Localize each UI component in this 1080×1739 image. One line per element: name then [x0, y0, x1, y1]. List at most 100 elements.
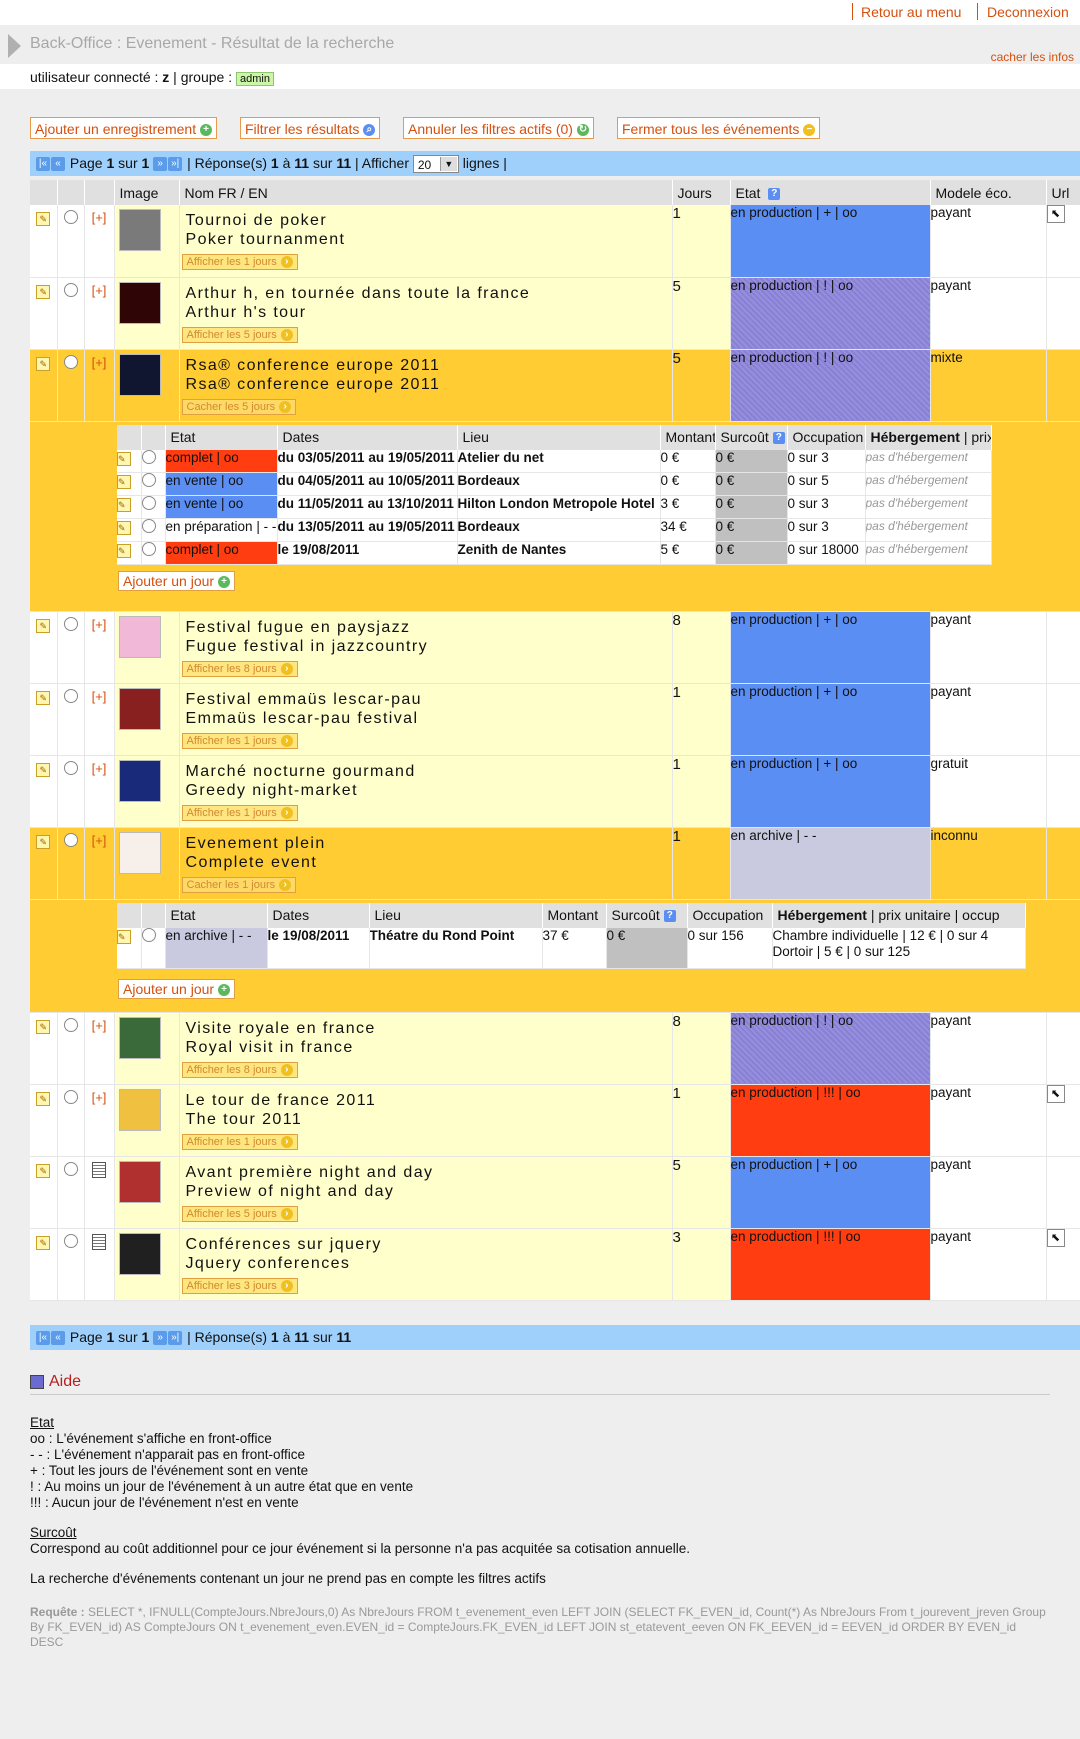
edit-cell: ✎	[30, 349, 58, 422]
help-icon[interactable]: ?	[768, 187, 781, 200]
prev-page-icon[interactable]: «	[51, 157, 65, 172]
history-cell	[141, 495, 166, 519]
back-to-menu-link[interactable]: Retour au menu	[861, 4, 961, 20]
event-name-fr: Tournoi de poker	[185, 212, 328, 229]
pencil-icon[interactable]: ✎	[117, 474, 131, 489]
pencil-icon[interactable]: ✎	[36, 1235, 51, 1250]
model-cell: payant	[930, 611, 1047, 684]
event-name-fr: Festival emmaüs lescar-pau	[185, 690, 422, 708]
help-state-line: !!! : Aucun jour de l'événement n'est en…	[30, 1495, 299, 1510]
expand-link[interactable]: [+]	[92, 355, 107, 370]
clock-icon[interactable]	[63, 354, 78, 369]
clock-icon[interactable]	[63, 1233, 78, 1248]
expand-link[interactable]: [+]	[92, 689, 107, 704]
group-label: | groupe :	[169, 69, 236, 85]
pencil-icon[interactable]: ✎	[36, 834, 51, 849]
help-icon[interactable]: ?	[663, 910, 676, 923]
add-day-button[interactable]: Ajouter un jour +	[118, 978, 236, 999]
toggle-days-button[interactable]: Cacher les 5 jours ›	[181, 398, 297, 415]
first-page-icon[interactable]: |«	[36, 1331, 50, 1346]
clock-icon[interactable]	[63, 760, 78, 775]
toggle-days-button[interactable]: Afficher les 1 jours ›	[181, 732, 298, 749]
close-events-button[interactable]: Fermer tous les événements −	[617, 117, 821, 139]
expand-link[interactable]: [+]	[92, 1018, 107, 1033]
clock-icon[interactable]	[141, 927, 156, 942]
clock-icon[interactable]	[141, 541, 156, 556]
toggle-days-button[interactable]: Afficher les 8 jours ›	[181, 660, 298, 677]
pencil-icon[interactable]: ✎	[117, 520, 131, 535]
event-row: ✎ Avant première night and day Preview of …	[30, 1156, 1080, 1229]
document-icon[interactable]	[92, 1233, 106, 1250]
next-page-icon[interactable]: »	[153, 157, 168, 172]
pencil-icon[interactable]: ✎	[36, 1163, 51, 1178]
pencil-icon[interactable]: ✎	[36, 212, 51, 226]
filter-results-button[interactable]: Filtrer les résultats ⌕	[240, 117, 381, 139]
expand-link[interactable]: [+]	[92, 761, 107, 776]
expand-link[interactable]: [+]	[92, 283, 107, 298]
pencil-icon[interactable]: ✎	[36, 1091, 51, 1106]
toggle-days-button[interactable]: Afficher les 5 jours ›	[181, 1205, 298, 1222]
toggle-days-button[interactable]: Afficher les 1 jours ›	[181, 804, 298, 821]
pencil-icon[interactable]: ✎	[36, 618, 51, 633]
pencil-icon[interactable]: ✎	[117, 929, 131, 944]
clock-icon[interactable]	[141, 518, 156, 533]
external-link-icon[interactable]: ⬉	[1046, 1084, 1065, 1103]
pencil-icon[interactable]: ✎	[36, 690, 51, 705]
pencil-icon[interactable]: ✎	[36, 356, 51, 371]
pencil-icon[interactable]: ✎	[117, 451, 131, 466]
clock-icon[interactable]	[141, 495, 156, 510]
clock-icon[interactable]	[63, 832, 78, 847]
clock-icon[interactable]	[63, 688, 78, 703]
hide-info-link[interactable]: cacher les infos	[991, 50, 1074, 64]
document-icon[interactable]	[92, 1161, 106, 1178]
toggle-days-button[interactable]: Afficher les 3 jours ›	[181, 1277, 298, 1294]
user-label: utilisateur connecté :	[30, 69, 163, 85]
external-link-icon[interactable]: ⬉	[1046, 1228, 1065, 1247]
event-days-table: Etat Dates Lieu Montant Surcoût? Occupation Hé…	[117, 424, 992, 565]
last-page-icon[interactable]: »|	[168, 157, 183, 172]
col-lodging: Hébergement | prix unitaire | occup	[772, 902, 1026, 928]
help-state-title: Etat	[30, 1415, 55, 1430]
add-record-button[interactable]: Ajouter un enregistrement +	[30, 117, 218, 139]
event-days-table: Etat Dates Lieu Montant Surcoût? Occupation Hé…	[117, 902, 1026, 969]
pencil-icon[interactable]: ✎	[36, 762, 51, 777]
clock-icon[interactable]	[141, 472, 156, 487]
first-page-icon[interactable]: |«	[36, 157, 50, 172]
name-cell: Avant première night and day Preview of n…	[179, 1156, 673, 1229]
clock-icon[interactable]	[63, 282, 78, 297]
lines-select[interactable]: 20 ▼	[412, 155, 459, 174]
pencil-icon[interactable]: ✎	[117, 543, 131, 558]
expand-link[interactable]: [+]	[92, 1090, 107, 1105]
last-page-icon[interactable]: »|	[168, 1331, 183, 1346]
expand-link[interactable]: [+]	[92, 833, 107, 848]
clock-icon[interactable]	[63, 1017, 78, 1032]
toggle-days-button[interactable]: Cacher les 1 jours ›	[181, 876, 297, 893]
next-page-icon[interactable]: »	[153, 1331, 168, 1346]
toggle-days-button[interactable]: Afficher les 5 jours ›	[181, 326, 298, 343]
days-count: 1	[672, 205, 731, 278]
event-thumbnail	[118, 209, 161, 251]
clock-icon[interactable]	[63, 1161, 78, 1176]
help-icon[interactable]: ?	[772, 432, 785, 445]
add-day-button[interactable]: Ajouter un jour +	[118, 570, 236, 591]
clock-icon[interactable]	[63, 616, 78, 631]
event-name-en: Arthur h's tour	[185, 303, 307, 321]
clock-icon[interactable]	[63, 1089, 78, 1104]
logout-link[interactable]: Deconnexion	[987, 4, 1069, 20]
expand-link[interactable]: [+]	[92, 210, 107, 225]
prev-page-icon[interactable]: «	[51, 1331, 65, 1346]
pencil-icon[interactable]: ✎	[36, 1019, 51, 1034]
pencil-icon[interactable]: ✎	[36, 284, 51, 299]
cancel-filters-button[interactable]: Annuler les filtres actifs (0) ↻	[403, 117, 594, 139]
pencil-icon[interactable]: ✎	[117, 497, 131, 512]
clock-icon[interactable]	[63, 210, 78, 224]
clock-icon[interactable]	[141, 449, 156, 464]
event-name: Arthur h, en tournée dans toute la franc…	[180, 278, 672, 322]
toggle-days-button[interactable]: Afficher les 1 jours ›	[181, 254, 298, 271]
edit-cell: ✎	[30, 683, 58, 756]
external-link-icon[interactable]: ⬉	[1046, 205, 1065, 223]
toggle-days-button[interactable]: Afficher les 8 jours ›	[181, 1061, 298, 1078]
toggle-days-button[interactable]: Afficher les 1 jours ›	[181, 1133, 298, 1150]
expand-link[interactable]: [+]	[92, 617, 107, 632]
days-count: 5	[672, 1156, 731, 1229]
